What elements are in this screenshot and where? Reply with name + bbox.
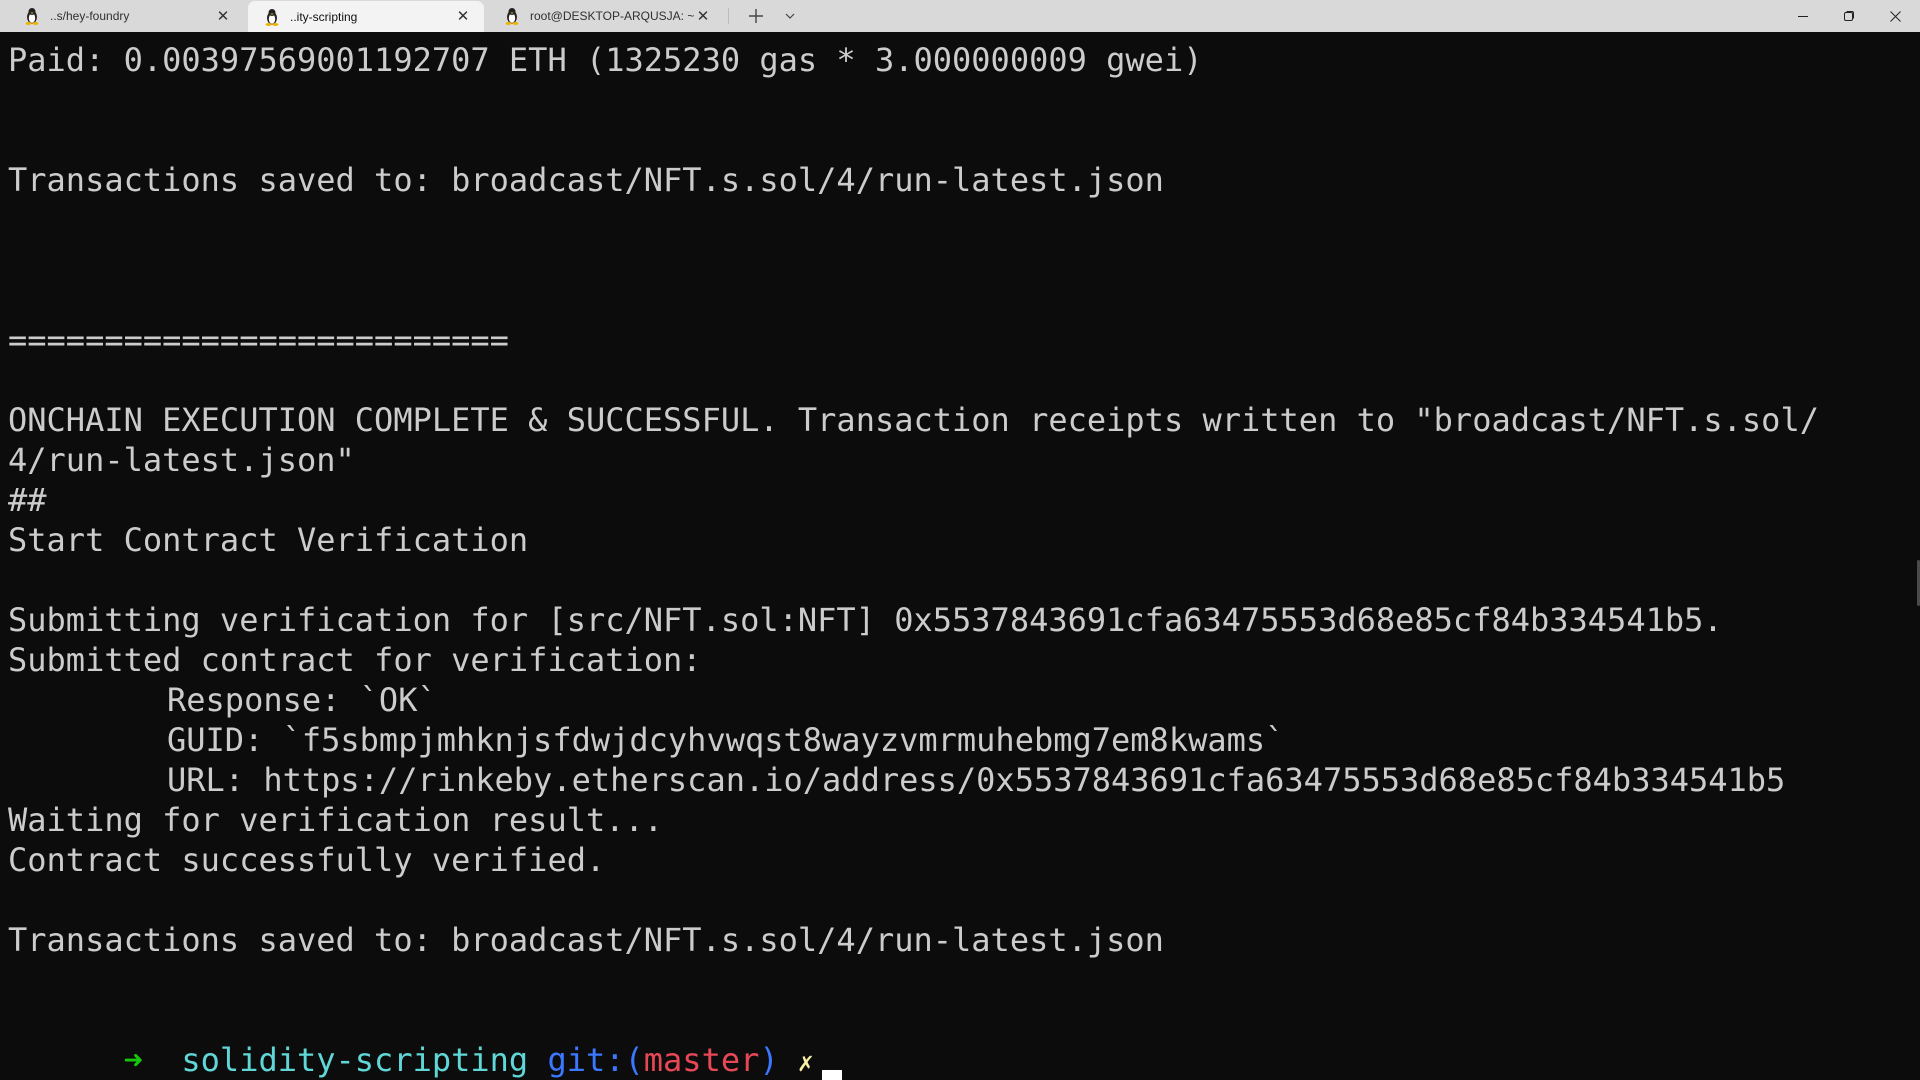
tab-divider: [728, 8, 729, 24]
close-icon: [1889, 10, 1901, 22]
output-line-onchain-complete-cont: 4/run-latest.json": [8, 441, 355, 479]
linux-penguin-icon: [25, 8, 39, 25]
output-line-guid: GUID: `f5sbmpjmhknjsfdwjdcyhvwqst8wayzvm…: [167, 721, 1285, 759]
new-tab-button[interactable]: [740, 0, 772, 32]
tab-label: root@DESKTOP-ARQUSJA: ~: [530, 9, 695, 23]
linux-penguin-icon: [505, 8, 519, 25]
plus-icon: [749, 9, 763, 23]
output-line-submitting: Submitting verification for [src/NFT.sol…: [8, 601, 1723, 639]
terminal-output[interactable]: Paid: 0.00397569001192707 ETH (1325230 g…: [0, 32, 1912, 1080]
output-line-transactions-saved-2: Transactions saved to: broadcast/NFT.s.s…: [8, 921, 1164, 959]
terminal-window: ..s/hey-foundry ✕ ..ity-scripting ✕ root…: [0, 0, 1920, 1080]
output-line-transactions-saved: Transactions saved to: broadcast/NFT.s.s…: [8, 161, 1164, 199]
minimize-button[interactable]: [1780, 0, 1826, 32]
linux-penguin-icon: [265, 8, 279, 26]
output-line-url[interactable]: URL: https://rinkeby.etherscan.io/addres…: [8, 760, 1785, 800]
shell-prompt[interactable]: ➜ solidity-scripting git:(master) ✗: [8, 1000, 842, 1080]
output-line-separator: ==========================: [8, 321, 509, 359]
prompt-dirty-marker-icon: ✗: [797, 1048, 814, 1078]
text-cursor: [821, 1070, 842, 1080]
chevron-down-icon: [785, 13, 795, 19]
tab-dropdown-button[interactable]: [776, 0, 804, 32]
output-line-verified: Contract successfully verified.: [8, 841, 606, 879]
prompt-arrow-icon: ➜: [123, 1041, 143, 1079]
output-line-submitted: Submitted contract for verification:: [8, 641, 702, 679]
tab-label: ..s/hey-foundry: [50, 9, 130, 23]
tab-root-desktop[interactable]: root@DESKTOP-ARQUSJA: ~ ✕: [488, 0, 724, 32]
close-tab-icon[interactable]: ✕: [696, 9, 710, 24]
tab-solidity-scripting[interactable]: ..ity-scripting ✕: [248, 1, 484, 32]
scrollbar[interactable]: [1912, 32, 1920, 1080]
close-tab-icon[interactable]: ✕: [456, 9, 470, 24]
minimize-icon: [1798, 16, 1808, 17]
output-line-paid: Paid: 0.00397569001192707 ETH (1325230 g…: [8, 41, 1203, 79]
tab-hey-foundry[interactable]: ..s/hey-foundry ✕: [8, 0, 244, 32]
output-line-onchain-complete: ONCHAIN EXECUTION COMPLETE & SUCCESSFUL.…: [8, 401, 1819, 439]
close-window-button[interactable]: [1872, 0, 1918, 32]
output-line-response: Response: `OK`: [167, 681, 437, 719]
output-line-hashes: ##: [8, 481, 47, 519]
output-line-waiting: Waiting for verification result...: [8, 801, 664, 839]
prompt-git-branch: master: [643, 1041, 760, 1079]
output-line-start-verification: Start Contract Verification: [8, 521, 529, 559]
prompt-git-close: ): [759, 1041, 779, 1079]
tab-bar: ..s/hey-foundry ✕ ..ity-scripting ✕ root…: [0, 0, 1920, 32]
restore-icon: [1844, 11, 1854, 21]
close-tab-icon[interactable]: ✕: [216, 9, 230, 24]
tab-label: ..ity-scripting: [290, 9, 358, 24]
prompt-git-label: git:(: [547, 1041, 644, 1079]
prompt-directory: solidity-scripting: [181, 1041, 529, 1079]
restore-button[interactable]: [1826, 0, 1872, 32]
